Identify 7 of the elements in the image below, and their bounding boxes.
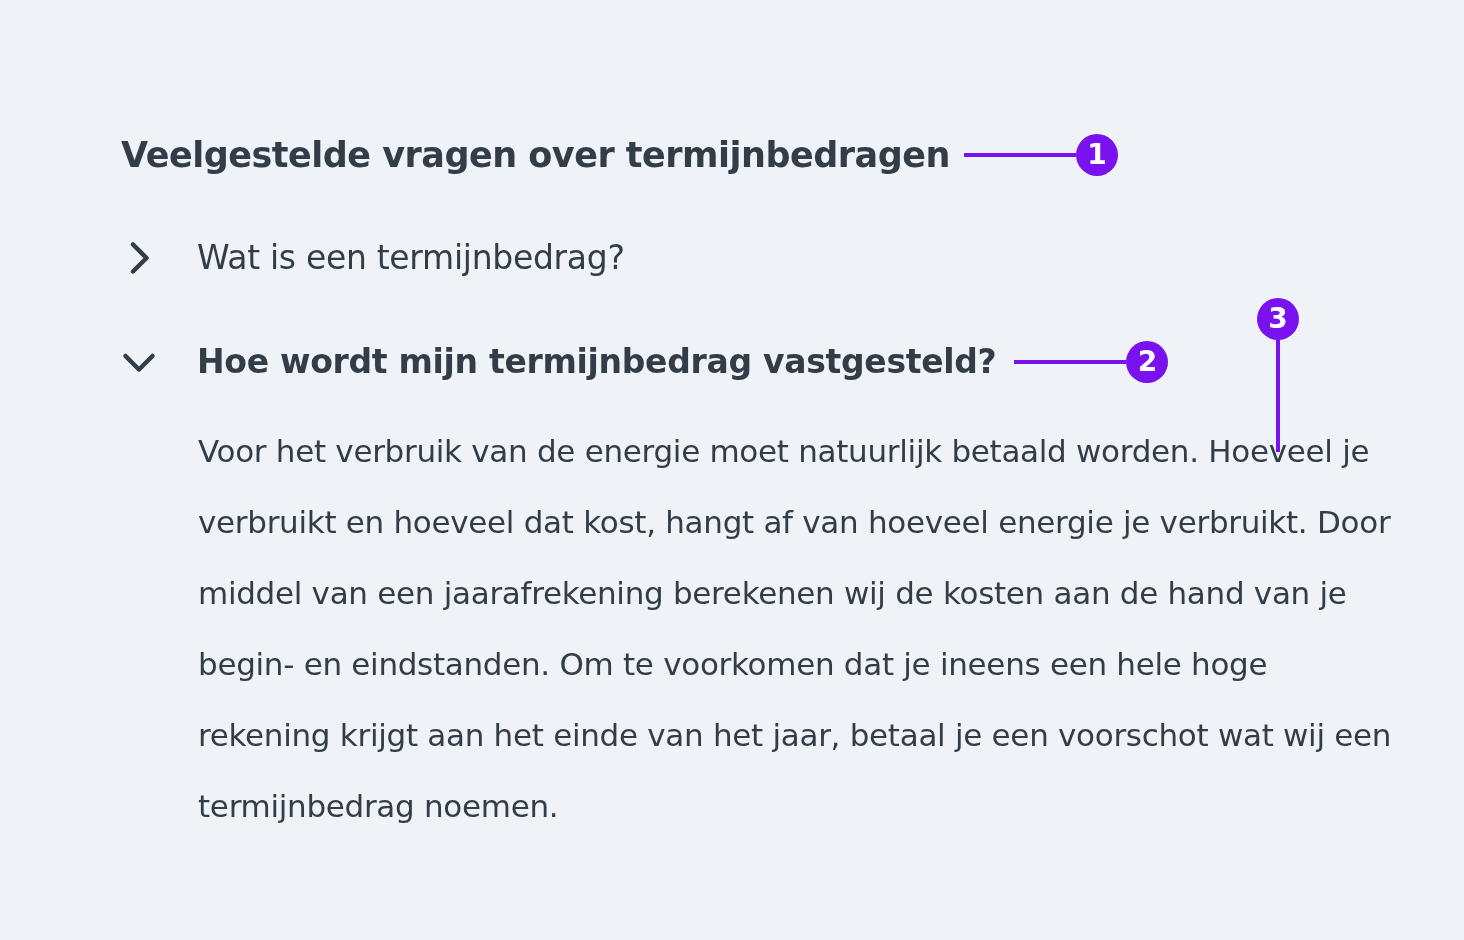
answer-text: Voor het verbruik van de energie moet natuurlijk betaald worden. Hoeveel je verbruikt en hoeveel dat kost, hangt af van hoeveel energie je verbruikt. Door middel van een jaarafrekening berekenen wij de kosten aan de hand van je begin- en eindstanden. Om te voorkomen dat je ineens een hele hoge rekening krijgt aan het einde van het jaar, betaal je een voorschot wat wij een termijnbedrag noemen. (198, 432, 1393, 826)
faq-question[interactable]: Wat is een termijnbedrag? (121, 234, 625, 282)
annotation-number: 3 (1257, 298, 1299, 340)
annotation-number: 2 (1126, 341, 1169, 383)
faq-question[interactable]: Hoe wordt mijn termijnbedrag vastgesteld? (121, 338, 997, 386)
section-heading: Veelgestelde vragen over termijnbedragen (121, 134, 950, 177)
annotation-number: 1 (1075, 134, 1118, 176)
